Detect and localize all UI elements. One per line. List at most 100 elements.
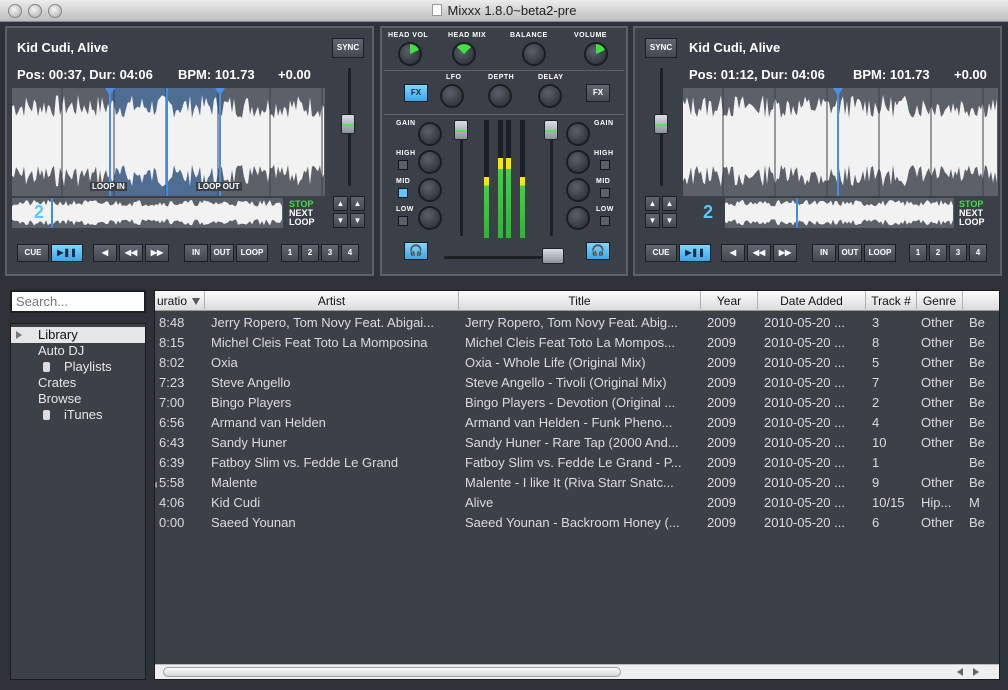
deck-2-pitch-down-fine[interactable]: ▼ [662,213,677,228]
column-header-title[interactable]: Title [459,291,701,311]
deck-2-cue-button[interactable]: CUE [645,244,677,262]
deck-1-play-button[interactable]: ▶❚❚ [51,244,83,262]
table-row[interactable]: 8:15 Michel Cleis Feat Toto La Momposina M… [155,333,999,353]
deck-1-rewind-button[interactable]: ◀◀ [119,244,143,262]
deck-2-play-button[interactable]: ▶❚❚ [679,244,711,262]
column-header-genre[interactable]: Genre [917,291,963,311]
table-row[interactable]: 6:39 Fatboy Slim vs. Fedde Le Grand Fatboy… [155,453,999,473]
deck-1-sync-button[interactable]: SYNC [332,38,364,58]
lfo-knob[interactable] [440,84,464,108]
deck-1-pitch-up-fine[interactable]: ▲ [350,196,365,211]
search-input[interactable] [10,290,146,313]
deck-1-fastforward-button[interactable]: ▶▶ [145,244,169,262]
high-left-knob[interactable] [418,150,442,174]
deck-2-back-button[interactable]: ◀ [721,244,745,262]
low-right-kill[interactable] [600,216,610,226]
deck-1-hotcue-4[interactable]: 4 [341,244,359,262]
head-mix-knob[interactable] [452,42,476,66]
table-row[interactable]: 8:48 Jerry Ropero, Tom Novy Feat. Abigai.… [155,313,999,333]
cell-track-number: 1 [872,455,880,470]
deck-1-waveform[interactable]: LOOP IN LOOP OUT [12,88,325,196]
deck-1-pitch-fader[interactable] [341,114,355,134]
deck-2-sync-button[interactable]: SYNC [645,38,677,58]
column-header-date-added[interactable]: Date Added [758,291,866,311]
gain-left-knob[interactable] [418,122,442,146]
deck-1-loop-out-button[interactable]: OUT [210,244,234,262]
deck-2-waveform[interactable] [683,88,998,196]
high-left-kill[interactable] [398,160,408,170]
table-row[interactable]: 7:23 Steve Angello Steve Angello - Tivoli … [155,373,999,393]
mid-right-knob[interactable] [566,178,590,202]
deck-1-back-button[interactable]: ◀ [93,244,117,262]
table-row[interactable]: 6:56 Armand van Helden Armand van Helden -… [155,413,999,433]
deck-2-hotcue-4[interactable]: 4 [969,244,987,262]
deck-2-reloop-button[interactable]: LOOP [864,244,896,262]
deck-1-overview[interactable]: 2 [12,198,283,228]
column-header-year[interactable]: Year [701,291,758,311]
channel-2-volume-fader[interactable] [544,120,558,140]
table-row[interactable]: 4:06 Kid Cudi Alive 2009 2010-05-20 ... 10/15… [155,493,999,513]
deck-2-overview[interactable]: 2 [703,198,954,228]
deck-2-hotcue-3[interactable]: 3 [949,244,967,262]
deck-1-loop-in-button[interactable]: IN [184,244,208,262]
low-left-kill[interactable] [398,216,408,226]
deck-1-headphone-cue-button[interactable]: 🎧 [404,242,428,260]
deck-1-cue-button[interactable]: CUE [17,244,49,262]
cell-year: 2009 [707,435,736,450]
column-header-extra[interactable] [963,291,999,311]
deck-1-reloop-button[interactable]: LOOP [236,244,268,262]
deck-2-pitch-down-coarse[interactable]: ▼ [645,213,660,228]
table-row[interactable]: 7:00 Bingo Players Bingo Players - Devotio… [155,393,999,413]
table-row[interactable]: 6:43 Sandy Huner Sandy Huner - Rare Tap (2… [155,433,999,453]
horizontal-scrollbar-thumb[interactable] [163,667,621,677]
column-header-artist[interactable]: Artist [205,291,459,311]
deck-2-loop-out-button[interactable]: OUT [838,244,862,262]
deck-2-rewind-button[interactable]: ◀◀ [747,244,771,262]
table-row[interactable]: 8:02 Oxia Oxia - Whole Life (Original Mix)… [155,353,999,373]
deck-2-pitch-up-coarse[interactable]: ▲ [645,196,660,211]
cell-extra: Be [969,475,985,490]
deck-1-hotcue-3[interactable]: 3 [321,244,339,262]
depth-knob[interactable] [488,84,512,108]
volume-knob[interactable] [584,42,608,66]
deck-1-hotcue-2[interactable]: 2 [301,244,319,262]
deck-1-pitch-up-coarse[interactable]: ▲ [333,196,348,211]
mid-right-kill[interactable] [600,188,610,198]
low-right-knob[interactable] [566,206,590,230]
crossfader-handle[interactable] [542,248,564,264]
table-header: uratio Artist Title Year Date Added Trac… [155,291,999,311]
column-header-track-number[interactable]: Track # [866,291,917,311]
channel-1-volume-fader[interactable] [454,120,468,140]
deck-2-headphone-cue-button[interactable]: 🎧 [586,242,610,260]
scroll-right-arrow-icon[interactable] [973,668,979,676]
fx-right-button[interactable]: FX [586,84,610,102]
deck-2-pitch-fader[interactable] [654,114,668,134]
sidebar-item-library[interactable]: Library [11,327,145,343]
balance-knob[interactable] [522,42,546,66]
column-header-duration[interactable]: uratio [155,291,205,311]
deck-2-fastforward-button[interactable]: ▶▶ [773,244,797,262]
scroll-left-arrow-icon[interactable] [957,668,963,676]
horizontal-scrollbar[interactable] [155,664,999,679]
mid-left-kill[interactable] [398,188,408,198]
high-right-kill[interactable] [600,160,610,170]
table-row[interactable]: 0:00 Saeed Younan Saeed Younan - Backroom … [155,513,999,533]
deck-1-pitch-down-fine[interactable]: ▼ [350,213,365,228]
deck-2-hotcue-1[interactable]: 1 [909,244,927,262]
head-vol-knob[interactable] [398,42,422,66]
deck-2-hotcue-2[interactable]: 2 [929,244,947,262]
deck-1-hotcue-1[interactable]: 1 [281,244,299,262]
table-row[interactable]: 5:58 Malente Malente - I like It (Riva Sta… [155,473,999,493]
expand-arrow-icon[interactable] [16,331,22,339]
delay-knob[interactable] [538,84,562,108]
high-right-knob[interactable] [566,150,590,174]
low-left-knob[interactable] [418,206,442,230]
cell-extra: M [969,495,980,510]
mid-left-knob[interactable] [418,178,442,202]
fx-left-button[interactable]: FX [404,84,428,102]
deck-2-loop-in-button[interactable]: IN [812,244,836,262]
deck-2-pitch-up-fine[interactable]: ▲ [662,196,677,211]
deck-1-pitch-down-coarse[interactable]: ▼ [333,213,348,228]
cell-title: Oxia - Whole Life (Original Mix) [465,355,646,370]
gain-right-knob[interactable] [566,122,590,146]
